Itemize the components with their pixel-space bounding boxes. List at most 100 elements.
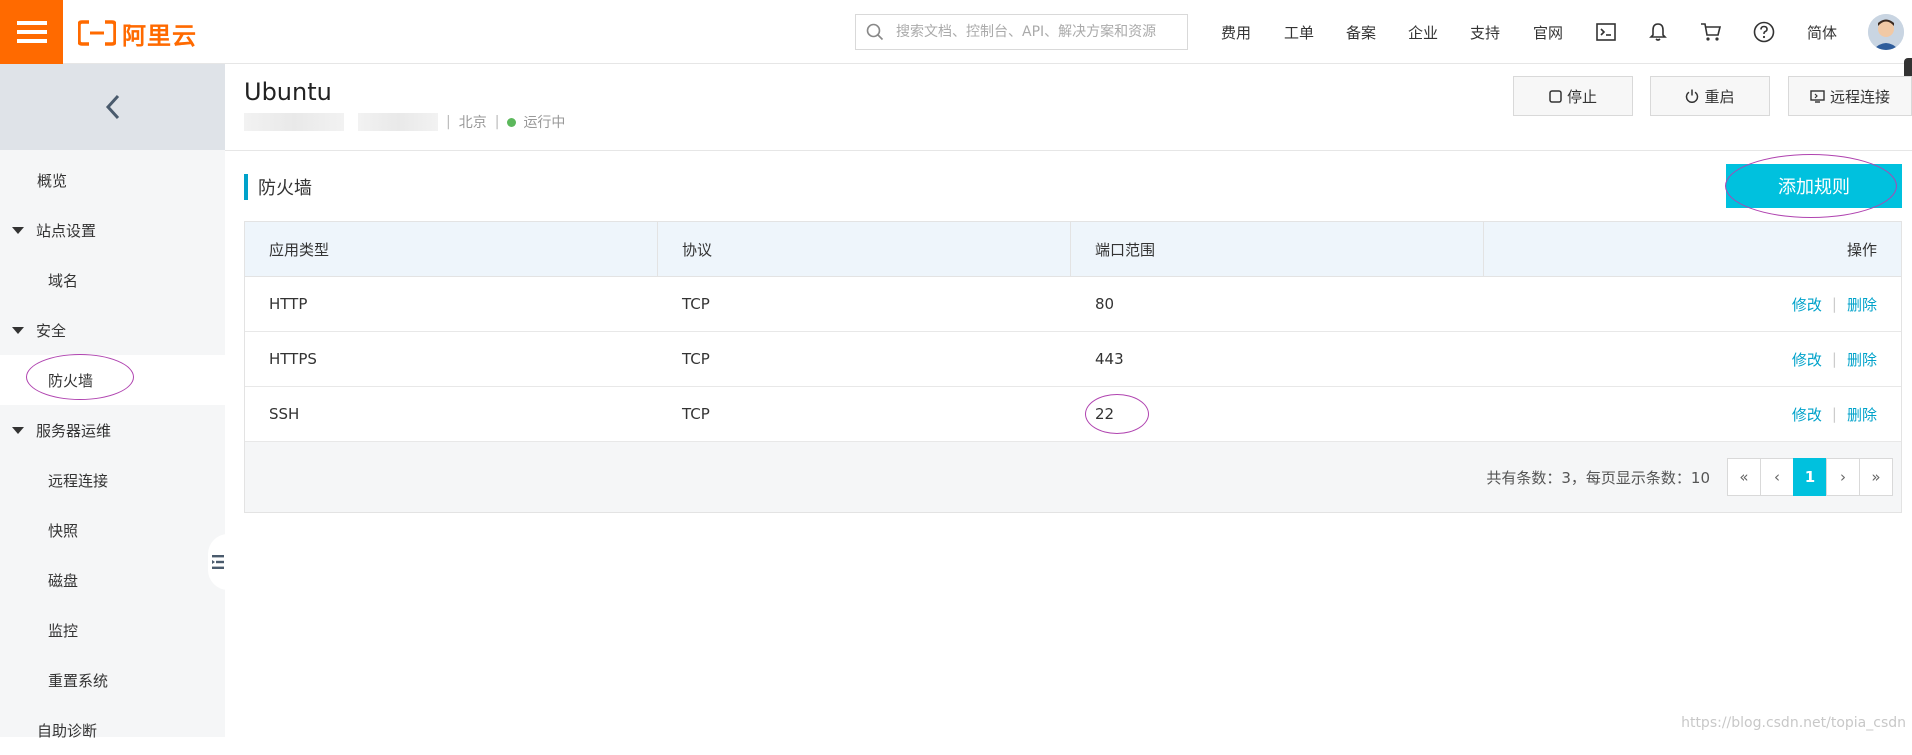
user-avatar-icon [1868, 14, 1904, 50]
cell-port-range: 443 [1095, 350, 1124, 368]
sidebar-item-overview[interactable]: 概览 [0, 155, 225, 205]
sidebar-item-label: 自助诊断 [37, 721, 98, 740]
cell-app-type: HTTP [269, 295, 308, 313]
cell-app-type: HTTPS [269, 350, 317, 368]
chevron-left-icon [105, 94, 119, 120]
sidebar-item-remote-connect[interactable]: 远程连接 [0, 455, 225, 505]
last-page-button[interactable]: » [1859, 458, 1893, 496]
watermark: https://blog.csdn.net/topia_csdn [1681, 715, 1906, 731]
search-input[interactable] [894, 23, 1187, 41]
cart-icon[interactable] [1699, 20, 1723, 44]
topnav-fees[interactable]: 费用 [1221, 0, 1251, 64]
language-switch[interactable]: 简体 [1807, 0, 1837, 64]
section-title: 防火墙 [244, 174, 312, 200]
search-icon [866, 23, 884, 41]
sidebar-item-reset-system[interactable]: 重置系统 [0, 655, 225, 705]
pagination: « ‹ 1 › » [1727, 458, 1893, 496]
edit-link[interactable]: 修改 [1792, 294, 1822, 315]
section-title-text: 防火墙 [258, 178, 312, 199]
nav-fees-label: 费用 [1221, 23, 1252, 42]
table-header: 应用类型 协议 端口范围 操作 [245, 222, 1901, 277]
nav-enterprise-label: 企业 [1408, 23, 1439, 42]
top-navbar: 阿里云 费用 工单 备案 企业 支持 官网 简体 [0, 0, 1912, 64]
sidebar-item-monitor[interactable]: 监控 [0, 605, 225, 655]
edit-link[interactable]: 修改 [1792, 404, 1822, 425]
cell-app-type: SSH [269, 405, 300, 423]
sidebar-item-label: 磁盘 [48, 571, 79, 590]
delete-link[interactable]: 删除 [1847, 404, 1877, 425]
collapse-sidebar-icon [212, 555, 224, 569]
sidebar-item-label: 服务器运维 [36, 421, 112, 440]
hamburger-menu-button[interactable] [0, 0, 63, 64]
sidebar-item-label: 快照 [48, 521, 79, 540]
cell-actions: 修改 | 删除 [1484, 332, 1901, 386]
sidebar-item-self-diagnosis[interactable]: 自助诊断 [0, 705, 225, 755]
stop-label: 停止 [1566, 87, 1597, 106]
firewall-rules-table: 应用类型 协议 端口范围 操作 HTTP TCP 80 修改 | 删除 HTTP… [244, 221, 1902, 513]
caret-down-icon [12, 426, 24, 434]
search-box[interactable] [855, 14, 1188, 50]
delete-link[interactable]: 删除 [1847, 294, 1877, 315]
column-header: 协议 [658, 222, 1071, 276]
bell-icon[interactable] [1646, 20, 1670, 44]
cell-port-range: 22 [1095, 405, 1115, 423]
page-1-button[interactable]: 1 [1793, 458, 1827, 496]
sidebar-item-label: 站点设置 [36, 221, 97, 240]
topnav-official-site[interactable]: 官网 [1533, 0, 1563, 64]
topnav-filing[interactable]: 备案 [1346, 0, 1376, 64]
main-content: Ubuntu | 北京 | 运行中 停止 重启 远程连接 防火墙 添加规则 应用… [225, 64, 1912, 737]
cell-protocol: TCP [682, 405, 710, 423]
section-accent-bar [244, 174, 248, 200]
nav-support-label: 支持 [1470, 23, 1501, 42]
help-icon[interactable] [1752, 20, 1776, 44]
topnav-enterprise[interactable]: 企业 [1408, 0, 1438, 64]
stop-icon [1549, 89, 1562, 103]
edit-link[interactable]: 修改 [1792, 349, 1822, 370]
avatar[interactable] [1868, 14, 1904, 50]
remote-connect-label: 远程连接 [1829, 87, 1890, 106]
sidebar-item-label: 监控 [48, 621, 79, 640]
sidebar: 概览 站点设置 域名 安全 防火墙 服务器运维 远程连接 快照 磁盘 监控 重置… [0, 64, 228, 740]
delete-link[interactable]: 删除 [1847, 349, 1877, 370]
column-header: 操作 [1846, 240, 1877, 259]
cell-port-range: 80 [1095, 295, 1115, 313]
prev-page-button[interactable]: ‹ [1760, 458, 1794, 496]
remote-connect-button[interactable]: 远程连接 [1788, 76, 1912, 116]
terminal-icon[interactable] [1594, 20, 1618, 44]
table-footer: 共有条数：3，每页显示条数：10 « ‹ 1 › » [245, 442, 1901, 512]
sidebar-group-site-settings[interactable]: 站点设置 [0, 205, 225, 255]
sidebar-item-label: 重置系统 [48, 671, 109, 690]
language-label: 简体 [1807, 23, 1838, 42]
topnav-tickets[interactable]: 工单 [1284, 0, 1314, 64]
nav-official-site-label: 官网 [1533, 23, 1564, 42]
cell-protocol: TCP [682, 295, 710, 313]
restart-button[interactable]: 重启 [1650, 76, 1770, 116]
separator: | [1831, 405, 1837, 423]
sidebar-group-server-ops[interactable]: 服务器运维 [0, 405, 225, 455]
sidebar-group-security[interactable]: 安全 [0, 305, 225, 355]
cell-actions: 修改 | 删除 [1484, 277, 1901, 331]
sidebar-item-domain[interactable]: 域名 [0, 255, 225, 305]
sidebar-item-label: 域名 [48, 271, 79, 290]
hamburger-icon [16, 21, 47, 43]
sidebar-item-label: 概览 [37, 171, 68, 190]
next-page-button[interactable]: › [1826, 458, 1860, 496]
redacted-instance-id [244, 113, 344, 131]
back-button[interactable] [0, 64, 225, 150]
sidebar-item-label: 远程连接 [48, 471, 109, 490]
stop-button[interactable]: 停止 [1513, 76, 1633, 116]
sidebar-item-disk[interactable]: 磁盘 [0, 555, 225, 605]
table-row: HTTP TCP 80 修改 | 删除 [245, 277, 1901, 332]
status-dot-icon [507, 117, 517, 127]
sidebar-item-snapshot[interactable]: 快照 [0, 505, 225, 555]
table-row: SSH TCP 22 修改 | 删除 [245, 387, 1901, 442]
sidebar-item-firewall[interactable]: 防火墙 [0, 355, 225, 405]
separator: | [1831, 350, 1837, 368]
first-page-button[interactable]: « [1727, 458, 1761, 496]
add-rule-button[interactable]: 添加规则 [1726, 164, 1902, 208]
instance-header: Ubuntu | 北京 | 运行中 停止 重启 远程连接 [225, 64, 1912, 151]
aliyun-logo[interactable]: 阿里云 [78, 18, 197, 50]
cell-protocol: TCP [682, 350, 710, 368]
topnav-support[interactable]: 支持 [1470, 0, 1500, 64]
separator: | [446, 114, 451, 130]
